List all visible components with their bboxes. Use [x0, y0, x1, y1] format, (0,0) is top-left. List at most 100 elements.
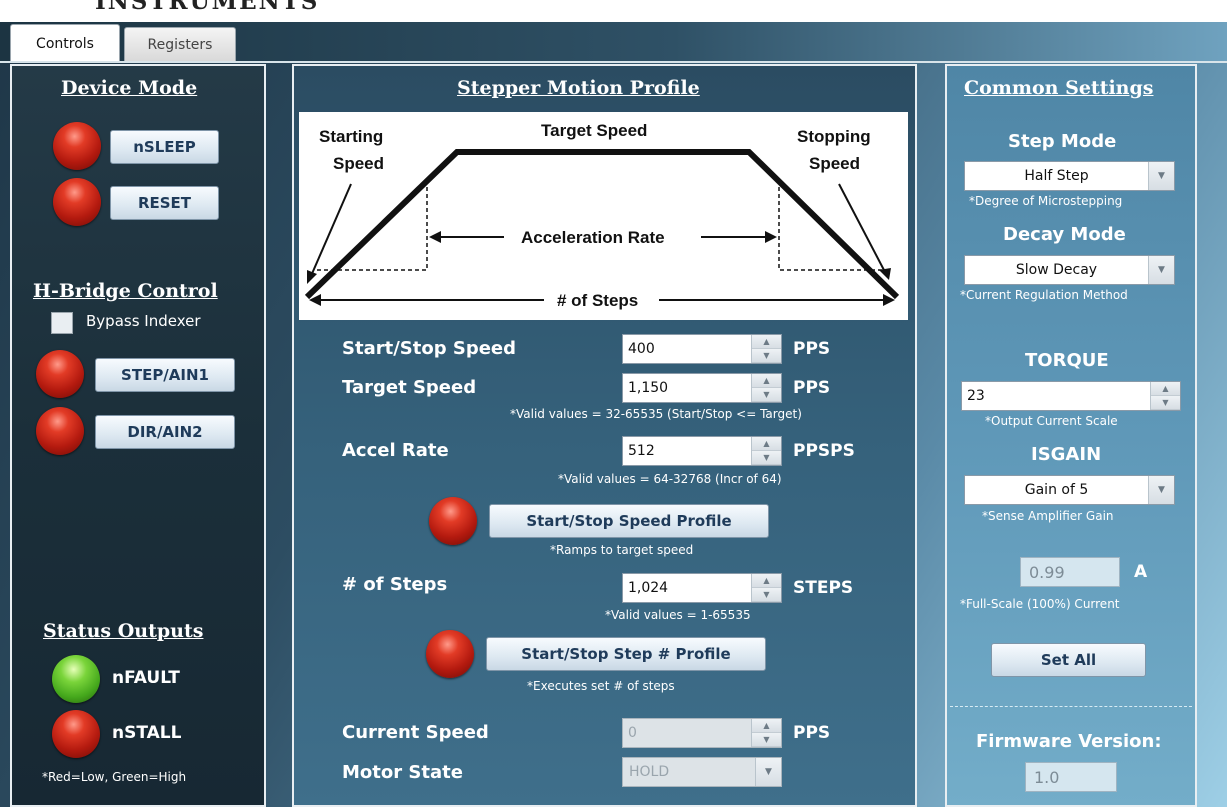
decay-mode-note: *Current Regulation Method — [960, 288, 1128, 302]
led-legend-note: *Red=Low, Green=High — [42, 770, 187, 784]
motor-state-select: HOLD ▼ — [622, 757, 782, 787]
accel-rate-label: Accel Rate — [342, 440, 449, 461]
diagram-target-speed-label: Target Speed — [541, 121, 647, 140]
steps-valid-values-note: *Valid values = 1-65535 — [605, 608, 751, 622]
diagram-acceleration-rate-label: Acceleration Rate — [521, 228, 665, 247]
accel-rate-unit: PPSPS — [793, 441, 855, 461]
step-profile-led — [426, 630, 474, 678]
target-speed-value[interactable]: 1,150 — [623, 374, 751, 402]
current-speed-label: Current Speed — [342, 722, 489, 743]
tab-registers[interactable]: Registers — [124, 27, 236, 61]
isgain-label: ISGAIN — [1031, 444, 1102, 465]
diagram-stopping-label: Stopping — [797, 127, 871, 146]
spin-down-icon[interactable]: ▼ — [1151, 396, 1180, 410]
step-mode-note: *Degree of Microstepping — [969, 194, 1123, 208]
accel-rate-value[interactable]: 512 — [623, 437, 751, 465]
current-speed-arrows: ▲ ▼ — [751, 719, 781, 747]
full-scale-current-value: 0.99 — [1020, 557, 1120, 587]
nstall-label: nSTALL — [112, 723, 182, 743]
step-mode-label: Step Mode — [1008, 131, 1117, 152]
num-steps-label: # of Steps — [342, 574, 448, 595]
step-ain1-button[interactable]: STEP/AIN1 — [95, 358, 235, 392]
current-speed-value: 0 — [628, 725, 637, 741]
firmware-version-value: 1.0 — [1025, 762, 1117, 792]
dir-ain2-button[interactable]: DIR/AIN2 — [95, 415, 235, 449]
decay-mode-label: Decay Mode — [1003, 224, 1126, 245]
num-steps-value[interactable]: 1,024 — [623, 574, 751, 602]
starting-speed-arrowhead — [307, 270, 317, 284]
isgain-select[interactable]: Gain of 5 ▼ — [964, 475, 1175, 505]
decay-mode-value[interactable]: Slow Decay — [965, 256, 1148, 284]
brand-logo-text: INSTRUMENTS — [95, 0, 320, 15]
torque-spinbox[interactable]: 23 ▲ ▼ — [961, 381, 1181, 411]
trapezoid-profile-svg: Starting Speed Target Speed Stopping Spe… — [304, 121, 900, 310]
hbridge-control-title: H-Bridge Control — [33, 280, 218, 302]
firmware-divider — [950, 706, 1192, 707]
diagram-stopping-speed-label: Speed — [809, 154, 860, 173]
chevron-down-icon[interactable]: ▼ — [1148, 256, 1174, 284]
device-mode-title: Device Mode — [61, 77, 198, 99]
nstall-led — [52, 710, 100, 758]
tab-controls[interactable]: Controls — [10, 24, 120, 62]
diagram-starting-speed-label: Speed — [333, 154, 384, 173]
start-stop-speed-profile-button[interactable]: Start/Stop Speed Profile — [489, 504, 769, 538]
nsleep-button[interactable]: nSLEEP — [110, 130, 219, 164]
firmware-version-label: Firmware Version: — [976, 731, 1162, 752]
chevron-down-icon[interactable]: ▼ — [1148, 162, 1174, 190]
spin-up-icon[interactable]: ▲ — [1151, 382, 1180, 396]
start-stop-speed-unit: PPS — [793, 339, 831, 359]
motor-state-label: Motor State — [342, 762, 463, 783]
start-stop-step-profile-button[interactable]: Start/Stop Step # Profile — [486, 637, 766, 671]
spin-down-icon[interactable]: ▼ — [752, 588, 781, 602]
chevron-down-icon[interactable]: ▼ — [1148, 476, 1174, 504]
accel-rate-arrows[interactable]: ▲ ▼ — [751, 437, 781, 465]
step-mode-value[interactable]: Half Step — [965, 162, 1148, 190]
nfault-led — [52, 655, 100, 703]
full-scale-current-note: *Full-Scale (100%) Current — [960, 597, 1120, 611]
nfault-label: nFAULT — [112, 668, 180, 688]
isgain-value[interactable]: Gain of 5 — [965, 476, 1148, 504]
torque-label: TORQUE — [1025, 350, 1109, 371]
speed-profile-note: *Ramps to target speed — [550, 543, 694, 557]
chevron-down-icon: ▼ — [755, 758, 781, 786]
speed-profile-line — [304, 149, 900, 300]
spin-up-icon[interactable]: ▲ — [752, 335, 781, 349]
torque-arrows[interactable]: ▲ ▼ — [1150, 382, 1180, 410]
speed-valid-values-note: *Valid values = 32-65535 (Start/Stop <= … — [510, 407, 802, 421]
num-steps-arrows[interactable]: ▲ ▼ — [751, 574, 781, 602]
start-stop-speed-arrows[interactable]: ▲ ▼ — [751, 335, 781, 363]
accel-rate-spinbox[interactable]: 512 ▲ ▼ — [622, 436, 782, 466]
spin-down-icon[interactable]: ▼ — [752, 388, 781, 402]
spin-up-icon[interactable]: ▲ — [752, 437, 781, 451]
reset-led — [53, 178, 101, 226]
status-outputs-title: Status Outputs — [43, 620, 204, 642]
motion-profile-diagram: Starting Speed Target Speed Stopping Spe… — [299, 112, 908, 320]
start-stop-speed-spinbox[interactable]: 400 ▲ ▼ — [622, 334, 782, 364]
target-speed-arrows[interactable]: ▲ ▼ — [751, 374, 781, 402]
dir-ain2-led — [36, 407, 84, 455]
torque-value[interactable]: 23 — [962, 382, 1150, 410]
num-steps-spinbox[interactable]: 1,024 ▲ ▼ — [622, 573, 782, 603]
spin-down-icon[interactable]: ▼ — [752, 349, 781, 363]
num-steps-unit: STEPS — [793, 578, 854, 598]
set-all-button[interactable]: Set All — [991, 643, 1146, 677]
tab-content-divider — [0, 61, 1227, 63]
reset-button[interactable]: RESET — [110, 186, 219, 220]
isgain-note: *Sense Amplifier Gain — [982, 509, 1114, 523]
diagram-num-steps-label: # of Steps — [557, 291, 638, 310]
diagram-starting-label: Starting — [319, 127, 383, 146]
spin-up-icon[interactable]: ▲ — [752, 374, 781, 388]
step-ain1-led — [36, 350, 84, 398]
step-mode-select[interactable]: Half Step ▼ — [964, 161, 1175, 191]
accel-valid-values-note: *Valid values = 64-32768 (Incr of 64) — [558, 472, 782, 486]
bypass-indexer-checkbox[interactable] — [51, 312, 73, 334]
target-speed-spinbox[interactable]: 1,150 ▲ ▼ — [622, 373, 782, 403]
bypass-indexer-label: Bypass Indexer — [86, 312, 201, 330]
spin-down-icon[interactable]: ▼ — [752, 451, 781, 465]
start-stop-speed-value[interactable]: 400 — [623, 335, 751, 363]
speed-profile-led — [429, 497, 477, 545]
decay-mode-select[interactable]: Slow Decay ▼ — [964, 255, 1175, 285]
common-settings-title: Common Settings — [964, 77, 1154, 99]
spin-up-icon[interactable]: ▲ — [752, 574, 781, 588]
accel-arrowhead-right — [765, 231, 777, 243]
